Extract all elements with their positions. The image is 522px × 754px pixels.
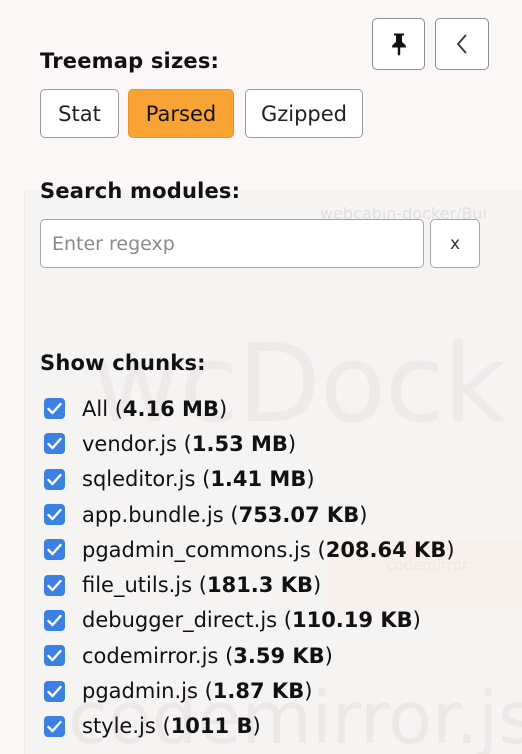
checkmark-icon [47,473,62,485]
chunk-item[interactable]: style.js (1011 B) [44,709,455,744]
chunk-list: All (4.16 MB) vendor.js (1.53 MB) sqledito… [44,391,455,744]
checkmark-icon [47,544,62,556]
chunk-name: sqleditor.js [82,467,196,492]
checkmark-icon [47,402,62,415]
chunk-size: 1.87 KB [212,679,305,704]
checkmark-icon [47,650,62,662]
chunk-item[interactable]: pgadmin.js (1.87 KB) [44,673,455,708]
size-button-parsed[interactable]: Parsed [128,89,234,138]
chunk-checkbox[interactable] [44,609,65,631]
chunk-item[interactable]: vendor.js (1.53 MB) [44,426,455,461]
size-button-stat[interactable]: Stat [40,89,119,138]
chunk-item[interactable]: sqleditor.js (1.41 MB) [44,462,455,497]
checkmark-icon [47,438,62,450]
chunk-checkbox[interactable] [44,504,65,526]
chunk-checkbox[interactable] [44,574,65,596]
chunk-item[interactable]: app.bundle.js (753.07 KB) [44,497,455,532]
pin-icon [391,33,406,56]
pin-button[interactable] [372,18,425,70]
chunk-size: 3.59 KB [233,643,325,668]
chunk-name: style.js [82,714,156,739]
chunk-name: All [82,396,109,421]
chunk-name: app.bundle.js [82,502,224,527]
chunk-checkbox[interactable] [44,680,65,702]
chunk-name: file_utils.js [82,573,193,598]
show-chunks-title: Show chunks: [40,351,206,375]
chunk-name: vendor.js [82,431,177,456]
chunk-size: 4.16 MB [122,396,219,421]
chunk-item[interactable]: debugger_direct.js (110.19 KB) [44,603,455,638]
chunk-item[interactable]: All (4.16 MB) [44,391,455,426]
chunk-item[interactable]: codemirror.js (3.59 KB) [44,638,455,673]
chunk-size: 1.41 MB [210,467,307,492]
collapse-sidebar-button[interactable] [435,18,489,70]
size-button-gzipped[interactable]: Gzipped [245,89,363,138]
search-modules-title: Search modules: [40,179,241,203]
chunk-item[interactable]: file_utils.js (181.3 KB) [44,567,455,602]
chunk-checkbox[interactable] [44,468,65,490]
search-input[interactable] [40,219,424,268]
chunk-size: 110.19 KB [291,608,413,633]
chunk-checkbox[interactable] [44,539,65,561]
chunk-name: codemirror.js [82,643,219,668]
chunk-size: 1011 B [170,714,253,739]
checkmark-icon [47,508,62,521]
checkmark-icon [47,685,62,697]
chunk-checkbox[interactable] [44,715,65,737]
chunk-size: 1.53 MB [191,431,288,456]
chunk-name: pgadmin_commons.js [82,537,311,562]
checkmark-icon [47,720,62,733]
chunk-name: pgadmin.js [82,679,198,704]
checkmark-icon [47,614,62,627]
chunk-checkbox[interactable] [44,433,65,455]
chunk-checkbox[interactable] [44,398,65,420]
checkmark-icon [47,579,62,591]
chunk-name: debugger_direct.js [82,608,278,633]
clear-search-button[interactable]: x [430,219,480,268]
sidebar: Treemap sizes: Stat Parsed Gzipped Searc… [0,0,522,754]
chunk-item[interactable]: pgadmin_commons.js (208.64 KB) [44,532,455,567]
chunk-size: 753.07 KB [238,502,360,527]
treemap-sizes-title: Treemap sizes: [40,49,220,73]
chunk-size: 181.3 KB [206,573,313,598]
chunk-checkbox[interactable] [44,645,65,667]
chunk-size: 208.64 KB [325,537,447,562]
chevron-left-icon [456,34,467,54]
